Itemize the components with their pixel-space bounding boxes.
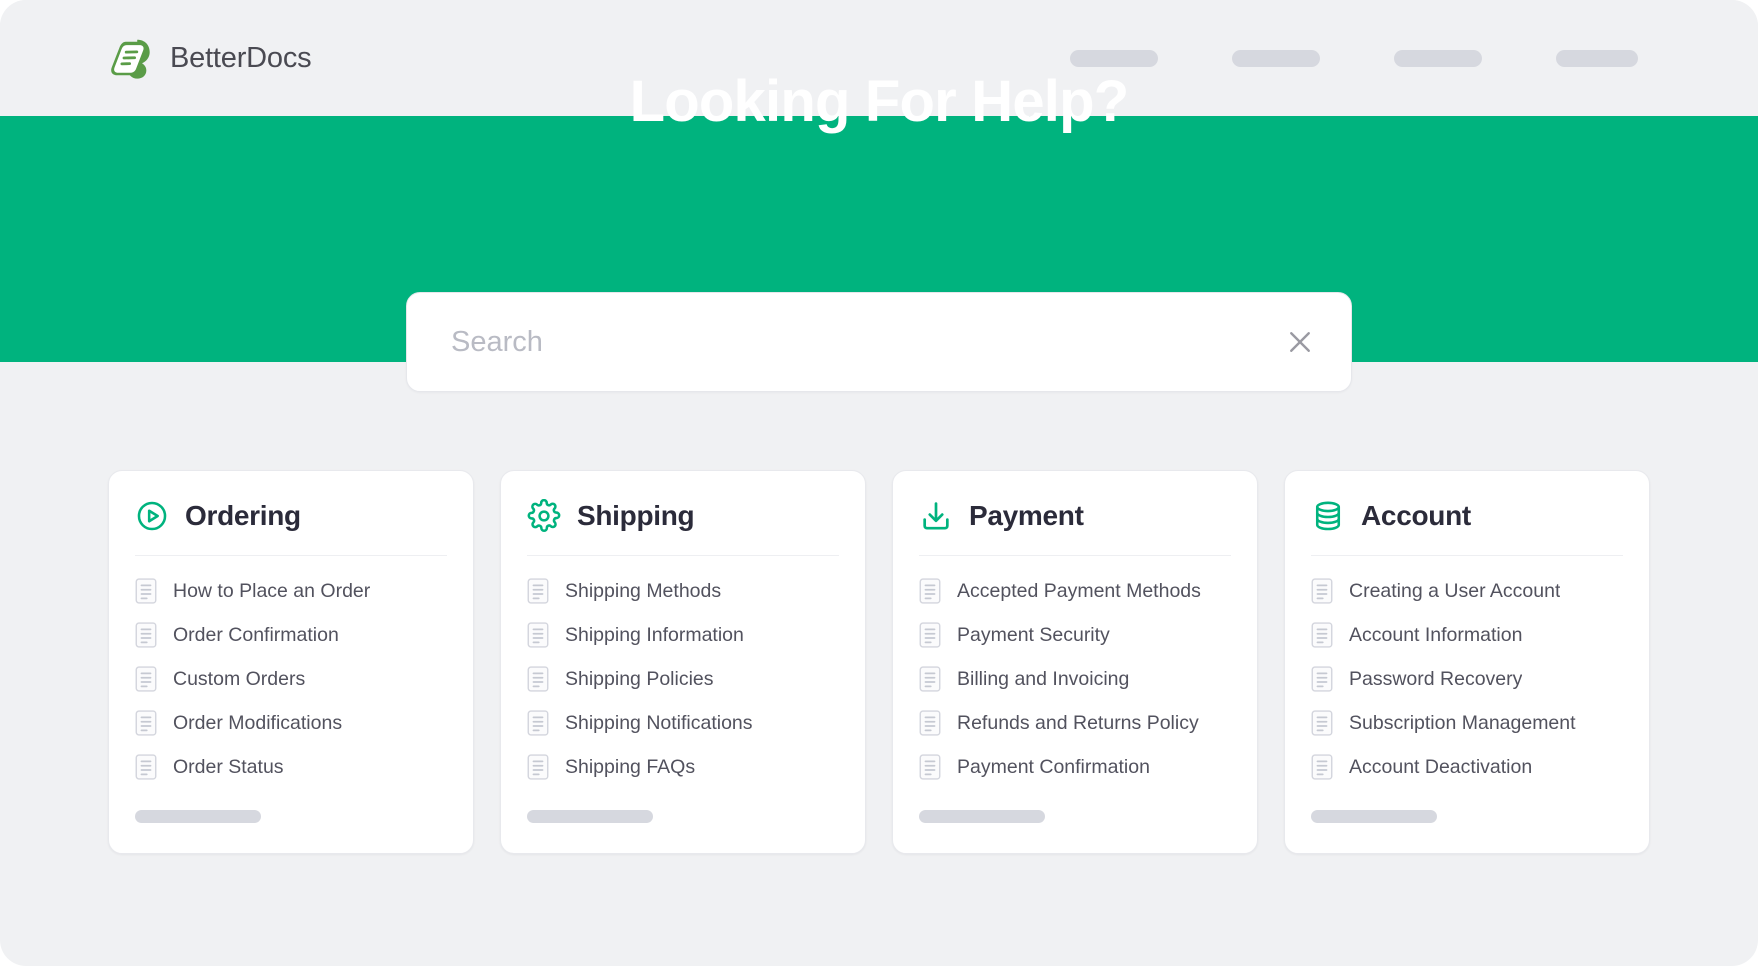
list-item-label: Payment Security [957,623,1110,646]
document-icon [527,666,549,692]
category-card-ordering[interactable]: Ordering How to Place an Order Order Con… [108,470,474,854]
document-icon [1311,710,1333,736]
list-item[interactable]: Shipping Information [527,622,839,648]
download-tray-icon [923,502,949,530]
nav-placeholder-2[interactable] [1232,49,1320,67]
document-icon [135,666,157,692]
document-icon [527,578,549,604]
list-item[interactable]: Billing and Invoicing [919,666,1231,692]
card-header: Payment [919,499,1231,556]
list-item-label: Shipping Policies [565,667,714,690]
list-item-label: Payment Confirmation [957,755,1150,778]
document-icon [919,622,941,648]
list-item-label: Refunds and Returns Policy [957,711,1199,734]
card-header: Ordering [135,499,447,556]
list-item[interactable]: Subscription Management [1311,710,1623,736]
list-item[interactable]: Shipping Methods [527,578,839,604]
document-icon [135,754,157,780]
list-item[interactable]: Order Status [135,754,447,780]
list-item[interactable]: Custom Orders [135,666,447,692]
list-item-label: Password Recovery [1349,667,1523,690]
database-icon [1315,501,1341,531]
list-item-label: Accepted Payment Methods [957,579,1201,602]
card-header: Shipping [527,499,839,556]
list-item-label: Order Modifications [173,711,343,734]
list-item-label: Order Status [173,755,284,778]
gear-icon [527,499,561,532]
category-card-shipping[interactable]: Shipping Shipping Methods Shipping Infor… [500,470,866,854]
card-title: Ordering [185,500,301,531]
page-title: Looking For Help? [629,69,1129,134]
document-icon [135,710,157,736]
list-item-label: Custom Orders [173,667,306,690]
list-item[interactable]: Password Recovery [1311,666,1623,692]
play-circle-icon [137,501,167,531]
category-cards-row: Ordering How to Place an Order Order Con… [108,470,1650,854]
card-article-list: Creating a User Account Account Informat… [1311,578,1623,780]
document-icon [919,578,941,604]
card-title: Shipping [577,500,695,531]
category-card-payment[interactable]: Payment Accepted Payment Methods Payment… [892,470,1258,854]
list-item[interactable]: Order Confirmation [135,622,447,648]
document-icon [527,754,549,780]
list-item-label: Shipping Information [565,623,744,646]
search-input[interactable] [451,325,1283,359]
more-link-placeholder[interactable] [527,810,653,823]
nav-placeholder-4[interactable] [1556,49,1638,67]
document-icon [1311,622,1333,648]
list-item[interactable]: Creating a User Account [1311,578,1623,604]
document-icon [527,622,549,648]
document-icon [135,578,157,604]
list-item-label: Account Information [1349,623,1523,646]
document-icon [135,622,157,648]
app-frame: BetterDocs Looking For Help? Search Orde… [0,0,1758,966]
document-icon [919,754,941,780]
list-item-label: Order Confirmation [173,623,339,646]
more-link-placeholder[interactable] [1311,810,1437,823]
list-item-label: Creating a User Account [1349,579,1561,602]
list-item[interactable]: Payment Confirmation [919,754,1231,780]
main-nav [1070,49,1662,67]
list-item[interactable]: Order Modifications [135,710,447,736]
more-link-placeholder[interactable] [919,810,1045,823]
document-icon [1311,754,1333,780]
document-icon [919,666,941,692]
list-item[interactable]: Refunds and Returns Policy [919,710,1231,736]
list-item-label: How to Place an Order [173,579,371,602]
search-box[interactable] [406,292,1352,392]
list-item[interactable]: Shipping Policies [527,666,839,692]
document-icon [1311,666,1333,692]
list-item-label: Account Deactivation [1349,755,1533,778]
document-icon [919,710,941,736]
card-article-list: Accepted Payment Methods Payment Securit… [919,578,1231,780]
list-item-label: Shipping Notifications [565,711,753,734]
card-header: Account [1311,499,1623,556]
list-item[interactable]: Shipping FAQs [527,754,839,780]
document-icon [1311,578,1333,604]
list-item[interactable]: Account Deactivation [1311,754,1623,780]
more-link-placeholder[interactable] [135,810,261,823]
category-card-account[interactable]: Account Creating a User Account Account … [1284,470,1650,854]
list-item-label: Shipping Methods [565,579,722,602]
list-item[interactable]: Accepted Payment Methods [919,578,1231,604]
close-icon[interactable] [1283,325,1317,359]
nav-placeholder-3[interactable] [1394,49,1482,67]
list-item-label: Billing and Invoicing [957,667,1130,690]
card-article-list: Shipping Methods Shipping Information Sh… [527,578,839,780]
list-item-label: Subscription Management [1349,711,1576,734]
card-title: Payment [969,500,1084,531]
document-icon [527,710,549,736]
card-title: Account [1361,500,1471,531]
list-item[interactable]: Payment Security [919,622,1231,648]
nav-placeholder-1[interactable] [1070,49,1158,67]
list-item-label: Shipping FAQs [565,755,696,778]
list-item[interactable]: Account Information [1311,622,1623,648]
list-item[interactable]: How to Place an Order [135,578,447,604]
list-item[interactable]: Shipping Notifications [527,710,839,736]
card-article-list: How to Place an Order Order Confirmation… [135,578,447,780]
